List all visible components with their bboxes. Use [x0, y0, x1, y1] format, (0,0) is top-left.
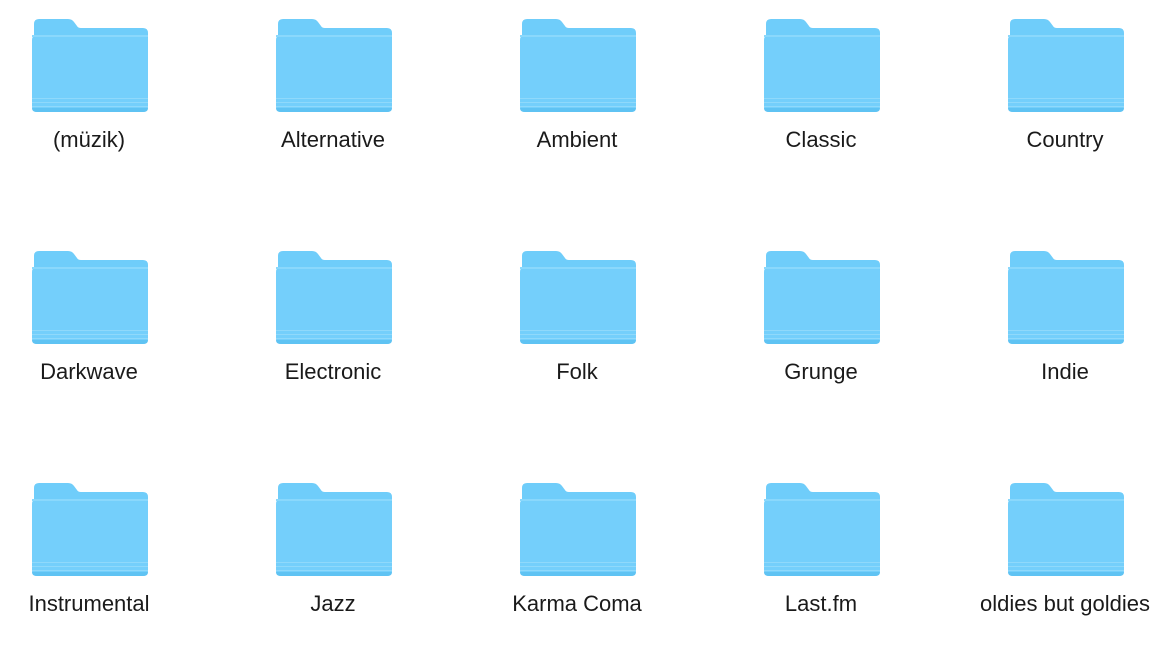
folder-glyph	[32, 483, 148, 576]
folder-icon[interactable]	[30, 18, 150, 114]
folder-glyph	[276, 251, 392, 344]
folder-item[interactable]: Country	[965, 0, 1165, 190]
folder-label[interactable]: Last.fm	[701, 591, 941, 617]
folder-glyph	[764, 19, 880, 112]
folder-icon[interactable]	[1006, 250, 1126, 346]
folder-glyph	[520, 251, 636, 344]
folder-label[interactable]: Indie	[945, 359, 1176, 385]
folder-glyph	[1008, 483, 1124, 576]
folder-item[interactable]: Instrumental	[0, 464, 189, 654]
folder-icon[interactable]	[1006, 18, 1126, 114]
folder-icon-grid: (müzik) Alternative Ambient Classic Coun…	[0, 0, 1176, 646]
folder-glyph	[764, 483, 880, 576]
folder-icon[interactable]	[274, 18, 394, 114]
folder-item[interactable]: Darkwave	[0, 232, 189, 422]
folder-label[interactable]: Jazz	[213, 591, 453, 617]
folder-icon[interactable]	[518, 482, 638, 578]
folder-label[interactable]: Darkwave	[0, 359, 209, 385]
folder-item[interactable]: Folk	[477, 232, 677, 422]
folder-icon[interactable]	[762, 250, 882, 346]
folder-icon[interactable]	[1006, 482, 1126, 578]
folder-label[interactable]: Classic	[701, 127, 941, 153]
folder-glyph	[276, 483, 392, 576]
folder-label[interactable]: Instrumental	[0, 591, 209, 617]
folder-label[interactable]: Alternative	[213, 127, 453, 153]
folder-label[interactable]: Ambient	[457, 127, 697, 153]
folder-item[interactable]: (müzik)	[0, 0, 189, 190]
folder-item[interactable]: Indie	[965, 232, 1165, 422]
folder-label[interactable]: Country	[945, 127, 1176, 153]
folder-item[interactable]: Ambient	[477, 0, 677, 190]
folder-item[interactable]: Jazz	[233, 464, 433, 654]
folder-item[interactable]: Electronic	[233, 232, 433, 422]
folder-icon[interactable]	[30, 482, 150, 578]
folder-glyph	[520, 483, 636, 576]
folder-glyph	[1008, 251, 1124, 344]
folder-glyph	[32, 19, 148, 112]
folder-glyph	[764, 251, 880, 344]
folder-icon[interactable]	[518, 18, 638, 114]
folder-icon[interactable]	[762, 18, 882, 114]
folder-glyph	[276, 19, 392, 112]
folder-label[interactable]: Electronic	[213, 359, 453, 385]
folder-glyph	[1008, 19, 1124, 112]
folder-glyph	[32, 251, 148, 344]
folder-label[interactable]: (müzik)	[0, 127, 209, 153]
folder-icon[interactable]	[762, 482, 882, 578]
folder-item[interactable]: Alternative	[233, 0, 433, 190]
folder-icon[interactable]	[274, 250, 394, 346]
folder-icon[interactable]	[518, 250, 638, 346]
folder-label[interactable]: oldies but goldies	[945, 591, 1176, 617]
folder-item[interactable]: Grunge	[721, 232, 921, 422]
folder-glyph	[520, 19, 636, 112]
folder-item[interactable]: Classic	[721, 0, 921, 190]
folder-item[interactable]: oldies but goldies	[965, 464, 1165, 654]
folder-item[interactable]: Karma Coma	[477, 464, 677, 654]
folder-label[interactable]: Grunge	[701, 359, 941, 385]
folder-icon[interactable]	[30, 250, 150, 346]
folder-item[interactable]: Last.fm	[721, 464, 921, 654]
folder-label[interactable]: Folk	[457, 359, 697, 385]
folder-icon[interactable]	[274, 482, 394, 578]
folder-label[interactable]: Karma Coma	[457, 591, 697, 617]
